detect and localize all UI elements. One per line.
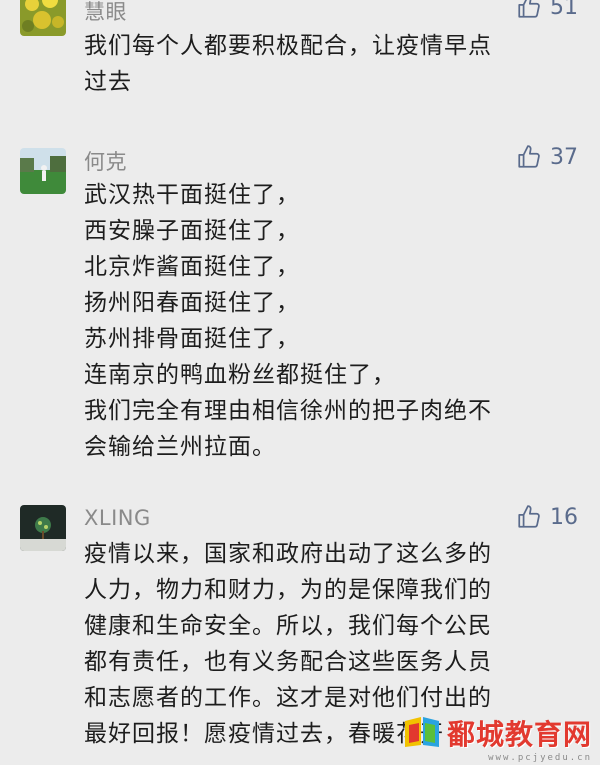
comment-text: 武汉热干面挺住了， 西安臊子面挺住了， 北京炸酱面挺住了， 扬州阳春面挺住了， …	[84, 177, 584, 465]
comment-line: 过去	[84, 69, 132, 95]
username[interactable]: XLING	[84, 506, 151, 530]
comment-line: 疫情以来，国家和政府出动了这么多的	[84, 541, 492, 567]
comment-item: XLING 16 疫情以来，国家和政府出动了这么多的 人力，物力和财力，为的是保…	[0, 500, 600, 765]
comment-line: 人力，物力和财力，为的是保障我们的	[84, 577, 492, 603]
avatar[interactable]	[20, 0, 66, 36]
comment-item: 慧眼 51 我们每个人都要积极配合，让疫情早点 过去	[0, 0, 600, 120]
like-count: 37	[550, 144, 578, 170]
comment-line: 健康和生命安全。所以，我们每个公民	[84, 613, 492, 639]
like-button[interactable]: 16	[516, 504, 578, 530]
avatar[interactable]	[20, 148, 66, 194]
username[interactable]: 慧眼	[84, 0, 127, 26]
comment-text: 我们每个人都要积极配合，让疫情早点 过去	[84, 28, 584, 100]
thumbs-up-icon	[516, 504, 542, 530]
comment-line: 和志愿者的工作。这才是对他们付出的	[84, 685, 492, 711]
comment-line: 会输给兰州拉面。	[84, 434, 276, 460]
thumbs-up-icon	[516, 0, 542, 20]
comment-line: 扬州阳春面挺住了，	[84, 290, 300, 316]
comment-text: 疫情以来，国家和政府出动了这么多的 人力，物力和财力，为的是保障我们的 健康和生…	[84, 536, 584, 752]
comment-line: 我们每个人都要积极配合，让疫情早点	[84, 33, 492, 59]
comment-line: 连南京的鸭血粉丝都挺住了，	[84, 362, 396, 388]
like-count: 51	[550, 0, 578, 20]
comment-line: 我们完全有理由相信徐州的把子肉绝不	[84, 398, 492, 424]
comment-line: 最好回报！愿疫情过去，春暖花开	[84, 721, 444, 747]
comment-line: 北京炸酱面挺住了，	[84, 254, 300, 280]
comment-line: 苏州排骨面挺住了，	[84, 326, 300, 352]
comment-line: 都有责任，也有义务配合这些医务人员	[84, 649, 492, 675]
like-button[interactable]: 51	[516, 0, 578, 20]
avatar[interactable]	[20, 505, 66, 551]
username[interactable]: 何克	[84, 146, 127, 176]
comment-line: 西安臊子面挺住了，	[84, 218, 300, 244]
thumbs-up-icon	[516, 144, 542, 170]
comment-line: 武汉热干面挺住了，	[84, 182, 300, 208]
comment-item: 何克 37 武汉热干面挺住了， 西安臊子面挺住了， 北京炸酱面挺住了， 扬州阳春…	[0, 140, 600, 480]
like-button[interactable]: 37	[516, 144, 578, 170]
like-count: 16	[550, 504, 578, 530]
watermark-url: www.pcjyedu.cn	[488, 753, 592, 763]
